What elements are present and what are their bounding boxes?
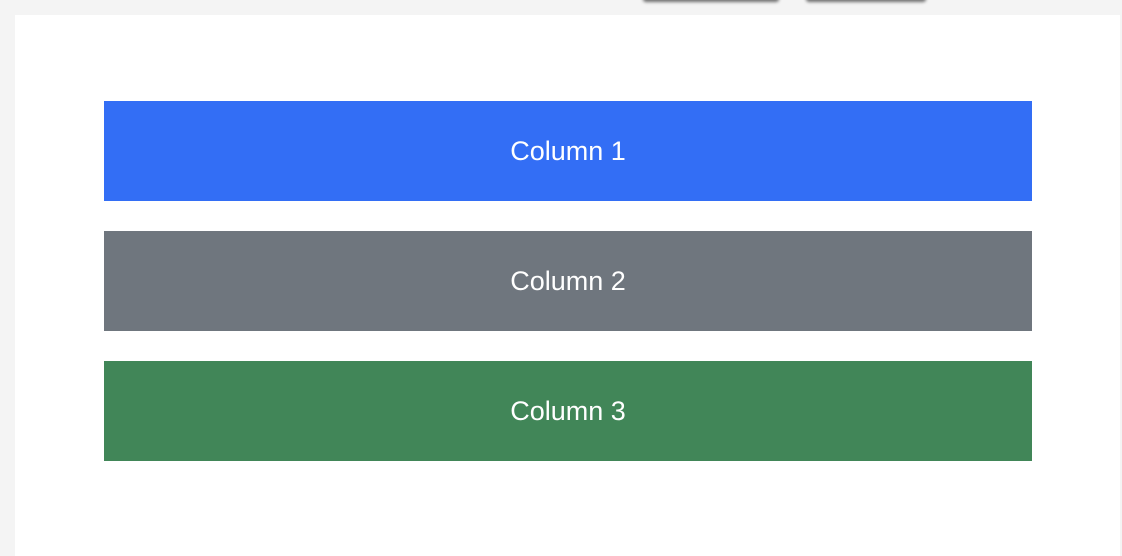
- column-2-label: Column 2: [510, 265, 626, 296]
- left-scrollbar-track: [0, 15, 7, 556]
- column-1-box: Column 1: [104, 101, 1032, 201]
- top-toolbar: [0, 0, 1122, 15]
- column-2-box: Column 2: [104, 231, 1032, 331]
- content-panel: Column 1 Column 2 Column 3: [15, 15, 1120, 556]
- column-3-label: Column 3: [510, 395, 626, 426]
- column-3-box: Column 3: [104, 361, 1032, 461]
- column-1-label: Column 1: [510, 135, 626, 166]
